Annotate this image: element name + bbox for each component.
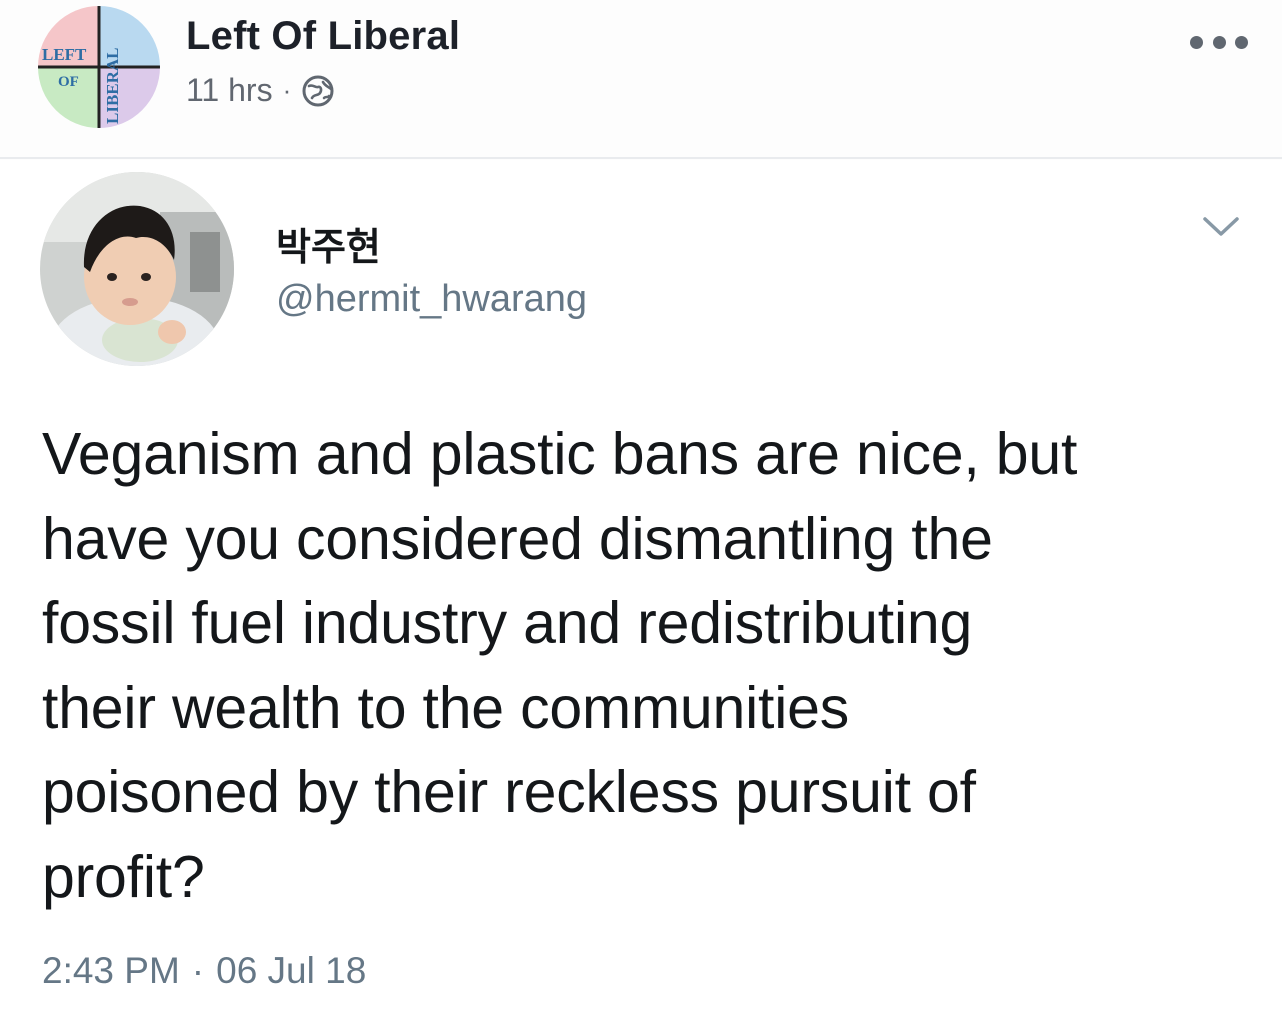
header-divider (0, 157, 1282, 159)
left-of-liberal-logo: LEFT OF LIBERAL (38, 6, 160, 128)
page-name[interactable]: Left Of Liberal (186, 14, 460, 59)
tweet-text-line: have you considered dismantling the (42, 505, 993, 572)
tweet-handle[interactable]: @hermit_hwarang (276, 278, 587, 321)
post-meta: 11 hrs · (186, 72, 335, 109)
svg-text:OF: OF (58, 74, 79, 90)
page-avatar[interactable]: LEFT OF LIBERAL (38, 6, 160, 128)
tweet-date: 06 Jul 18 (216, 950, 367, 991)
meta-separator: · (282, 75, 292, 105)
more-options-dot (1212, 35, 1226, 49)
more-options-icon (1190, 35, 1203, 49)
date-separator: · (191, 950, 205, 991)
tweet-timestamp[interactable]: 2:43 PM · 06 Jul 18 (42, 950, 366, 992)
tweet-time: 2:43 PM (42, 950, 180, 991)
post-header: LEFT OF LIBERAL Left Of Liberal 11 hrs · (0, 0, 1282, 158)
more-options-dot (1235, 35, 1248, 49)
chevron-down-icon[interactable] (1200, 210, 1242, 242)
tweet-text-line: their wealth to the communities (42, 674, 850, 741)
tweet-display-name[interactable]: 박주현 (276, 216, 381, 271)
svg-text:LEFT: LEFT (42, 45, 87, 64)
tweet-text-line: poisoned by their reckless pursuit of (42, 759, 976, 825)
tweet-text-line: Veganism and plastic bans are nice, but (42, 421, 1078, 487)
more-options-button[interactable] (1190, 28, 1248, 56)
tweet-author-avatar[interactable] (40, 172, 234, 366)
embedded-tweet: 박주현 @hermit_hwarang Veganism and plastic… (0, 160, 1282, 1020)
svg-text:LIBERAL: LIBERAL (103, 47, 122, 124)
post-timestamp[interactable]: 11 hrs (186, 72, 273, 109)
tweet-text-line: fossil fuel industry and redistributing (42, 590, 973, 656)
tweet-text-line: profit? (42, 843, 205, 910)
screenshot-page: LEFT OF LIBERAL Left Of Liberal 11 hrs · (0, 0, 1282, 1020)
baby-photo-avatar (40, 172, 234, 366)
tweet-body: Veganism and plastic bans are nice, but … (42, 412, 1252, 919)
globe-icon[interactable] (301, 74, 335, 108)
